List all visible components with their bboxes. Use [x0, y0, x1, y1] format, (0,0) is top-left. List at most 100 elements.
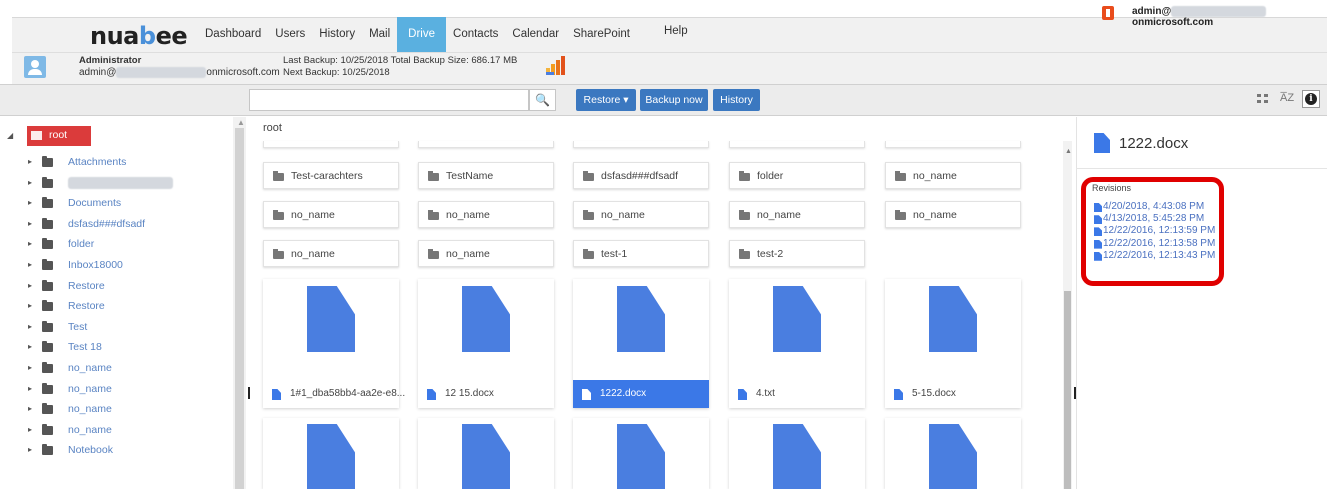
- caret-right-icon[interactable]: ▸: [28, 198, 32, 207]
- file-thumbnail-icon: [929, 424, 977, 489]
- folder-icon: [42, 403, 53, 415]
- file-card-footer: 1#1_dba58bb4-aa2e-e8...: [263, 380, 405, 408]
- file-card[interactable]: 1222.docx: [573, 279, 709, 408]
- main-nav: Dashboard Users History Mail Drive Conta…: [198, 17, 695, 52]
- folder-card-partial: [418, 141, 554, 148]
- folder-card[interactable]: no_name: [263, 201, 399, 228]
- folder-card[interactable]: no_name: [729, 201, 865, 228]
- nav-history[interactable]: History: [312, 17, 362, 52]
- folder-icon: [583, 210, 594, 220]
- nav-users[interactable]: Users: [268, 17, 312, 52]
- nav-drive[interactable]: Drive: [397, 17, 447, 52]
- folder-card[interactable]: no_name: [263, 240, 399, 267]
- scroll-up-icon[interactable]: ▲: [1065, 148, 1072, 155]
- file-thumbnail-icon: [617, 286, 665, 352]
- folder-card[interactable]: no_name: [418, 201, 554, 228]
- caret-right-icon[interactable]: ▸: [28, 239, 32, 248]
- folder-card[interactable]: test-2: [729, 240, 865, 267]
- caret-right-icon[interactable]: ▸: [28, 445, 32, 454]
- grid-view-icon[interactable]: [1257, 94, 1269, 104]
- caret-right-icon[interactable]: ▸: [28, 342, 32, 351]
- backup-now-button[interactable]: Backup now: [640, 89, 708, 111]
- sidebar-item-label: no_name: [68, 403, 112, 416]
- storage-chart-icon[interactable]: [545, 56, 565, 76]
- history-button[interactable]: History: [713, 89, 760, 111]
- scroll-up-icon[interactable]: ▲: [237, 118, 245, 127]
- nav-sharepoint[interactable]: SharePoint: [566, 17, 637, 52]
- file-thumbnail-icon: [773, 286, 821, 352]
- folder-card-label: test-2: [757, 248, 784, 260]
- folder-icon: [42, 217, 53, 229]
- caret-right-icon[interactable]: ▸: [28, 281, 32, 290]
- folder-card[interactable]: folder: [729, 162, 865, 189]
- restore-button[interactable]: Restore ▾: [576, 89, 636, 111]
- folder-card[interactable]: test-1: [573, 240, 709, 267]
- sidebar-item-label: Restore: [68, 279, 105, 292]
- annotation-highlight-box: [1081, 177, 1224, 286]
- folder-card[interactable]: no_name: [885, 201, 1021, 228]
- caret-right-icon[interactable]: ▸: [28, 178, 32, 187]
- file-thumbnail-icon: [307, 424, 355, 489]
- caret-right-icon[interactable]: ▸: [28, 301, 32, 310]
- nav-help[interactable]: Help: [657, 17, 695, 52]
- caret-down-icon[interactable]: ◢: [7, 131, 13, 140]
- breadcrumb[interactable]: root: [263, 122, 282, 134]
- file-card-footer: 1222.docx: [573, 380, 709, 408]
- caret-right-icon[interactable]: ▸: [28, 322, 32, 331]
- file-card[interactable]: [573, 418, 709, 489]
- folder-icon: [42, 362, 53, 373]
- folder-icon: [42, 382, 53, 394]
- folder-tree: [0, 117, 249, 489]
- file-card[interactable]: 12 15.docx: [418, 279, 554, 408]
- sidebar-item-label: dsfasd###dfsadf: [68, 217, 146, 230]
- folder-icon: [42, 341, 53, 353]
- file-card-label: 1222.docx: [600, 388, 647, 399]
- folder-card[interactable]: no_name: [418, 240, 554, 267]
- info-icon[interactable]: [1302, 90, 1320, 108]
- caret-right-icon[interactable]: ▸: [28, 219, 32, 228]
- file-card[interactable]: 4.txt: [729, 279, 865, 408]
- search-button[interactable]: 🔍: [529, 89, 556, 111]
- caret-right-icon[interactable]: ▸: [28, 404, 32, 413]
- sidebar-item-label: no_name: [68, 362, 112, 374]
- file-card[interactable]: [729, 418, 865, 489]
- folder-card-partial: [263, 141, 399, 148]
- folder-icon: [42, 444, 53, 456]
- folder-card[interactable]: TestName: [418, 162, 554, 189]
- account-email[interactable]: admin@xxxxxxxxxxxxxxxxxonmicrosoft.com: [1132, 6, 1327, 28]
- caret-right-icon[interactable]: ▸: [28, 384, 32, 393]
- panel-splitter-handle[interactable]: [1074, 387, 1076, 399]
- sidebar-scroll-thumb[interactable]: [235, 128, 244, 489]
- folder-card[interactable]: no_name: [573, 201, 709, 228]
- caret-right-icon[interactable]: ▸: [28, 425, 32, 434]
- search-icon: 🔍: [535, 93, 550, 107]
- nav-contacts[interactable]: Contacts: [446, 17, 505, 52]
- sidebar-item-label: Notebook: [68, 444, 113, 457]
- file-card[interactable]: [263, 418, 399, 489]
- file-card[interactable]: 1#1_dba58bb4-aa2e-e8...: [263, 279, 405, 408]
- nuabee-logo[interactable]: nuabee: [90, 22, 188, 50]
- caret-right-icon[interactable]: ▸: [28, 260, 32, 269]
- folder-card-label: no_name: [757, 209, 801, 221]
- nav-dashboard[interactable]: Dashboard: [198, 17, 268, 52]
- folder-icon: [42, 259, 53, 270]
- sort-az-icon[interactable]: A̅Z: [1280, 92, 1294, 104]
- redacted-domain: xxxxxxxxxxxxxxxxx: [1171, 6, 1266, 17]
- folder-card[interactable]: dsfasd###dfsadf: [573, 162, 709, 189]
- file-card[interactable]: [418, 418, 554, 489]
- folder-card[interactable]: Test-carachters: [263, 162, 399, 189]
- folder-icon: [42, 320, 53, 332]
- folder-icon: [31, 131, 42, 140]
- divider: [1076, 168, 1327, 169]
- folder-card[interactable]: no_name: [885, 162, 1021, 189]
- file-card[interactable]: [885, 418, 1021, 489]
- file-card[interactable]: 5-15.docx: [885, 279, 1021, 408]
- details-panel: [1076, 117, 1327, 489]
- caret-right-icon[interactable]: ▸: [28, 157, 32, 166]
- nav-calendar[interactable]: Calendar: [505, 17, 566, 52]
- content-scroll-thumb[interactable]: [1064, 291, 1071, 489]
- nav-mail[interactable]: Mail: [362, 17, 397, 52]
- search-input[interactable]: [249, 89, 529, 111]
- splitter-handle[interactable]: [248, 387, 250, 399]
- caret-right-icon[interactable]: ▸: [28, 363, 32, 372]
